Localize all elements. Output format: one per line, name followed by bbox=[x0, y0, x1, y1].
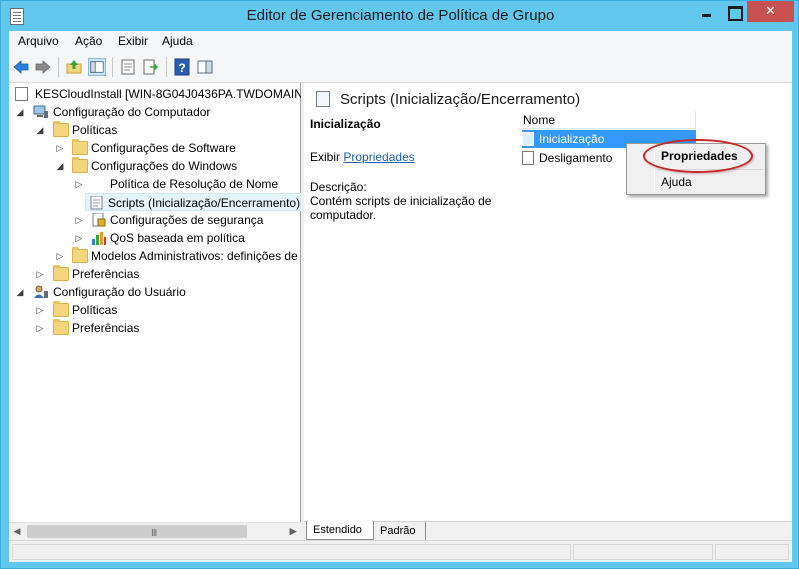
security-icon bbox=[92, 213, 106, 227]
scroll-left-icon[interactable]: ◀ bbox=[9, 523, 25, 540]
app-window: Editor de Gerenciamento de Política de G… bbox=[0, 0, 799, 569]
tree-item-preferences[interactable]: ▷ Preferências bbox=[11, 265, 301, 283]
up-folder-icon[interactable] bbox=[65, 58, 83, 76]
export-list-icon[interactable] bbox=[142, 58, 160, 76]
properties-link[interactable]: Propriedades bbox=[343, 150, 414, 164]
collapsed-arrow-icon[interactable]: ▷ bbox=[74, 175, 84, 193]
user-icon bbox=[34, 285, 48, 298]
status-panel bbox=[715, 544, 789, 560]
menu-help[interactable]: Ajuda bbox=[162, 34, 193, 48]
svg-text:?: ? bbox=[178, 61, 185, 75]
menu-action[interactable]: Ação bbox=[75, 34, 102, 48]
scroll-grip: III bbox=[151, 528, 157, 539]
section-title: Inicialização bbox=[310, 117, 381, 131]
bar-chart-icon bbox=[92, 232, 106, 245]
expanded-arrow-icon[interactable]: ◢ bbox=[15, 103, 25, 121]
tree-item-user-preferences[interactable]: ▷ Preferências bbox=[11, 319, 301, 337]
script-icon bbox=[316, 91, 330, 107]
folder-icon bbox=[72, 157, 88, 173]
tab-standard[interactable]: Padrão bbox=[376, 522, 426, 540]
close-button[interactable]: ✕ bbox=[747, 1, 794, 22]
description-text: Contém scripts de inicialização de compu… bbox=[310, 194, 492, 222]
maximize-button[interactable] bbox=[720, 1, 747, 22]
details-title: Scripts (Inicialização/Encerramento) bbox=[340, 91, 581, 108]
collapsed-arrow-icon[interactable]: ▷ bbox=[35, 301, 45, 319]
forward-icon[interactable] bbox=[34, 58, 52, 76]
script-icon bbox=[522, 132, 534, 146]
title-bar[interactable]: Editor de Gerenciamento de Política de G… bbox=[1, 1, 799, 31]
collapsed-arrow-icon[interactable]: ▷ bbox=[55, 247, 65, 265]
properties-icon[interactable] bbox=[119, 58, 137, 76]
expanded-arrow-icon[interactable]: ◢ bbox=[15, 283, 25, 301]
menu-file[interactable]: Arquivo bbox=[18, 34, 59, 48]
tree-item-software-settings[interactable]: ▷ Configurações de Software bbox=[11, 139, 301, 157]
highlight-ring bbox=[643, 139, 753, 173]
script-icon bbox=[90, 196, 103, 210]
tree-item-policies[interactable]: ◢ Políticas bbox=[11, 121, 301, 139]
folder-icon bbox=[53, 265, 69, 281]
scroll-thumb[interactable]: III bbox=[27, 525, 247, 539]
computer-icon bbox=[33, 105, 48, 118]
menu-item-help[interactable]: Ajuda bbox=[661, 175, 692, 189]
window-title: Editor de Gerenciamento de Política de G… bbox=[246, 7, 555, 24]
folder-icon bbox=[53, 319, 69, 335]
tab-extended[interactable]: Estendido bbox=[306, 521, 374, 540]
tree-item-scripts[interactable]: Scripts (Inicialização/Encerramento) bbox=[85, 193, 301, 211]
minimize-button[interactable] bbox=[694, 1, 719, 22]
tree-item-user-policies[interactable]: ▷ Políticas bbox=[11, 301, 301, 319]
folder-icon bbox=[53, 121, 69, 137]
menu-bar: Arquivo Ação Exibir Ajuda bbox=[9, 31, 792, 51]
description-label: Descrição: bbox=[310, 180, 367, 194]
tree-item-root[interactable]: KESCloudInstall [WIN-8G04J0436PA.TWDOMAI… bbox=[11, 85, 313, 103]
folder-icon bbox=[53, 301, 69, 317]
tree-item-qos[interactable]: ▷ QoS baseada em política bbox=[11, 229, 301, 247]
tree-item-computer-config[interactable]: ◢ Configuração do Computador bbox=[11, 103, 301, 121]
tree-item-admin-templates[interactable]: ▷ Modelos Administrativos: definições de bbox=[11, 247, 301, 265]
collapsed-arrow-icon[interactable]: ▷ bbox=[55, 139, 65, 157]
collapsed-arrow-icon[interactable]: ▷ bbox=[35, 265, 45, 283]
status-bar bbox=[9, 540, 792, 562]
details-header: Scripts (Inicialização/Encerramento) bbox=[304, 83, 792, 111]
help-icon[interactable]: ? bbox=[173, 58, 191, 76]
tree-pane: KESCloudInstall [WIN-8G04J0436PA.TWDOMAI… bbox=[9, 83, 313, 540]
tree-item-user-config[interactable]: ◢ Configuração do Usuário bbox=[11, 283, 301, 301]
expanded-arrow-icon[interactable]: ◢ bbox=[55, 157, 65, 175]
folder-icon bbox=[72, 247, 88, 263]
collapsed-arrow-icon[interactable]: ▷ bbox=[74, 229, 84, 247]
menu-view[interactable]: Exibir bbox=[118, 34, 148, 48]
collapsed-arrow-icon[interactable]: ▷ bbox=[74, 211, 84, 229]
back-icon[interactable] bbox=[12, 58, 30, 76]
show-properties-line: Exibir Propriedades bbox=[310, 150, 415, 164]
status-panel bbox=[573, 544, 713, 560]
policy-document-icon bbox=[15, 87, 28, 101]
tree-item-windows-settings[interactable]: ◢ Configurações do Windows bbox=[11, 157, 301, 175]
tree-item-name-resolution[interactable]: ▷ Política de Resolução de Nome bbox=[11, 175, 301, 193]
action-pane-icon[interactable] bbox=[196, 58, 214, 76]
toolbar: ? bbox=[9, 51, 792, 83]
collapsed-arrow-icon[interactable]: ▷ bbox=[35, 319, 45, 337]
show-hide-tree-icon[interactable] bbox=[88, 58, 106, 76]
tree-item-security-settings[interactable]: ▷ Configurações de segurança bbox=[11, 211, 301, 229]
scroll-right-icon[interactable]: ▷ bbox=[290, 522, 297, 540]
script-icon bbox=[522, 151, 534, 165]
folder-icon bbox=[72, 139, 88, 155]
expanded-arrow-icon[interactable]: ◢ bbox=[35, 121, 45, 139]
column-header-name[interactable]: Nome bbox=[518, 111, 696, 129]
view-tabs: ▷ Estendido Padrão bbox=[290, 521, 792, 540]
status-panel bbox=[12, 544, 571, 560]
horizontal-scrollbar[interactable]: ◀ III ▶ bbox=[9, 522, 301, 540]
